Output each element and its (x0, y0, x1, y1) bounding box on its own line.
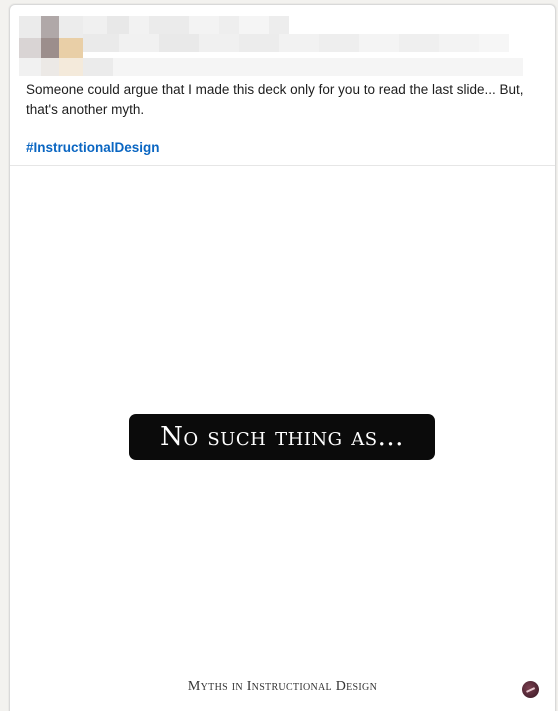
hashtag-link[interactable]: #InstructionalDesign (26, 140, 160, 155)
slide-footer-title: Myths in Instructional Design (187, 679, 378, 694)
redacted-author-header (19, 10, 539, 82)
slide-headline: No such thing as... (160, 422, 404, 452)
slide-headline-banner: No such thing as... (129, 414, 435, 460)
post-body-text: Someone could argue that I made this dec… (26, 82, 524, 117)
feed-post-card: Someone could argue that I made this dec… (9, 4, 556, 711)
brand-logo-icon (522, 681, 539, 698)
document-slide[interactable]: No such thing as... Myths in Instruction… (10, 166, 555, 711)
